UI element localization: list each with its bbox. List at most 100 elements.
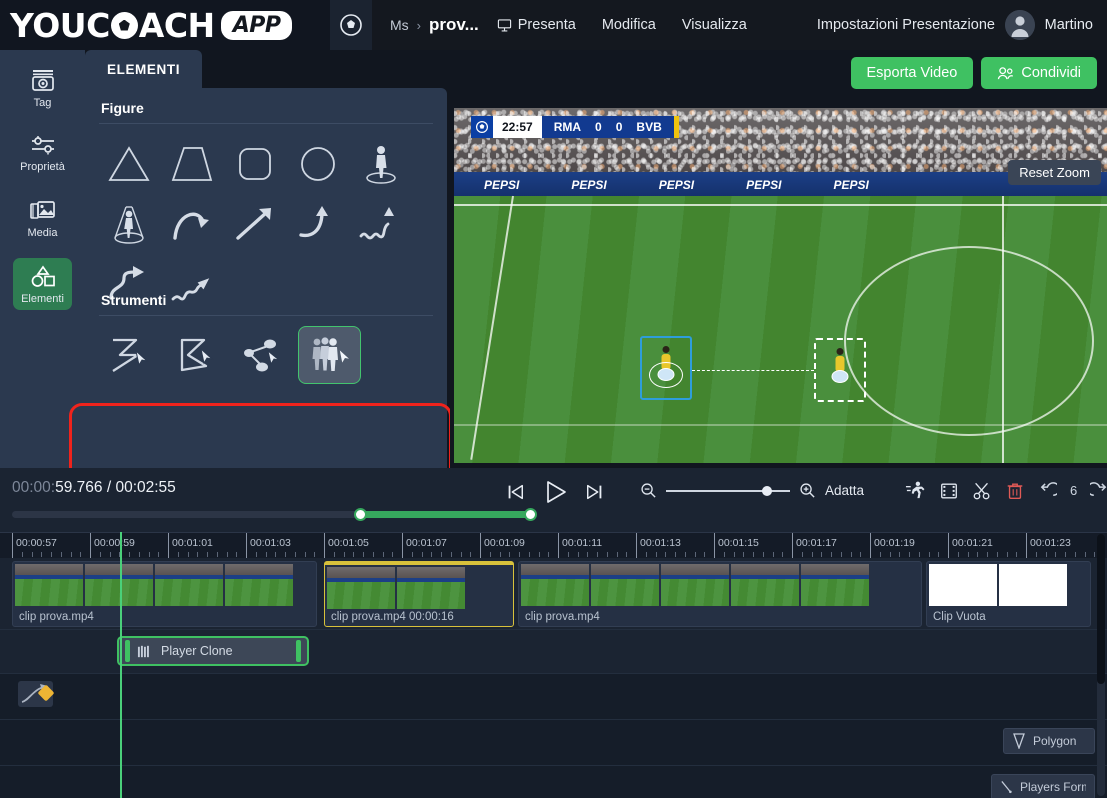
delete-clip-button[interactable] <box>1005 481 1025 501</box>
sidebar-item-media[interactable]: Media <box>13 192 72 244</box>
clip-label: clip prova.mp4 <box>525 611 600 623</box>
menu-item-visualizza[interactable]: Visualizza <box>682 17 747 33</box>
menu-label-impostazioni: Impostazioni Presentazione <box>817 17 995 33</box>
ruler-minor-tick <box>851 552 852 557</box>
ruler-minor-tick <box>646 552 647 557</box>
ruler-minor-tick <box>373 552 374 557</box>
soccer-ball-tile-icon[interactable] <box>330 0 372 50</box>
zoom-in-icon[interactable] <box>799 482 816 499</box>
timeline-vertical-scrollbar[interactable] <box>1097 534 1105 796</box>
side-track-players-form[interactable]: Players Form <box>991 774 1095 798</box>
timeline-tracks: clip prova.mp4clip prova.mp4 00:00:16cli… <box>0 558 1107 798</box>
redo-button[interactable] <box>1090 481 1107 500</box>
track-row-players-form[interactable]: Players Form <box>0 766 1107 798</box>
keyframe-track[interactable] <box>0 674 1107 720</box>
trim-range-slider[interactable] <box>12 511 530 518</box>
play-button[interactable] <box>541 478 569 506</box>
export-video-button[interactable]: Esporta Video <box>851 57 974 89</box>
cloned-player-marker[interactable] <box>814 338 866 402</box>
ruler-tick-label: 00:01:23 <box>1030 537 1071 549</box>
menu-item-presenta[interactable]: Presenta <box>497 17 576 33</box>
sidebar-item-proprieta[interactable]: Proprietà <box>13 128 72 178</box>
fit-button[interactable]: Adatta <box>825 483 864 498</box>
home-team: RMA <box>554 120 581 134</box>
ruler-minor-tick <box>938 552 939 557</box>
undo-icon <box>1038 481 1057 500</box>
figure-hook-arrow[interactable] <box>286 194 349 254</box>
breadcrumb-current[interactable]: prov... <box>429 15 479 35</box>
timeline-ruler[interactable]: 00:00:5700:00:5900:01:0100:01:0300:01:05… <box>0 532 1107 558</box>
sidebar-item-tag[interactable]: Tag <box>13 60 72 114</box>
figure-rounded-square[interactable] <box>223 134 286 194</box>
selected-player-marker[interactable] <box>640 336 692 400</box>
ruler-minor-tick <box>509 552 510 557</box>
video-clip[interactable]: clip prova.mp4 <box>12 561 317 627</box>
ruler-minor-tick <box>1094 552 1095 557</box>
playhead[interactable] <box>120 532 122 798</box>
figure-triangle[interactable] <box>97 134 160 194</box>
clip-label: Clip Vuota <box>933 611 986 623</box>
ruler-minor-tick <box>32 552 33 557</box>
header-menu: Presenta Modifica Visualizza Impostazion… <box>497 17 995 33</box>
tool-duplicate-player[interactable] <box>298 326 361 384</box>
share-button[interactable]: Condividi <box>981 57 1097 89</box>
trim-handle-end[interactable] <box>524 508 537 521</box>
user-account[interactable]: Martino <box>1005 0 1093 50</box>
tool-connector[interactable] <box>231 326 294 384</box>
figure-trapezoid[interactable] <box>160 134 223 194</box>
skip-back-button[interactable] <box>505 482 525 502</box>
app-logo[interactable]: YOUC ACH APP <box>0 0 330 50</box>
video-clip[interactable]: clip prova.mp4 <box>518 561 922 627</box>
ruler-minor-tick <box>539 552 540 557</box>
figure-wavy-arrow[interactable] <box>349 194 412 254</box>
ruler-minor-tick <box>275 552 276 557</box>
menu-item-impostazioni-presentazione[interactable]: Impostazioni Presentazione <box>817 17 995 33</box>
video-clip[interactable]: Clip Vuota <box>926 561 1091 627</box>
ruler-tick-label: 00:01:15 <box>718 537 759 549</box>
add-clip-button[interactable] <box>939 481 959 501</box>
track-row-polygon[interactable]: Polygon <box>0 720 1107 766</box>
scrollbar-thumb[interactable] <box>1097 534 1105 684</box>
video-stage[interactable]: PEPSI PEPSI PEPSI PEPSI PEPSI 22:57 RM <box>454 108 1107 463</box>
video-track[interactable]: clip prova.mp4clip prova.mp4 00:00:16cli… <box>0 558 1107 630</box>
ruler-minor-tick <box>353 552 354 557</box>
reset-zoom-button[interactable]: Reset Zoom <box>1008 160 1101 185</box>
object-clip[interactable]: Player Clone <box>117 636 309 666</box>
object-track[interactable]: Player Clone <box>0 630 1107 674</box>
ruler-minor-tick <box>441 552 442 557</box>
skip-forward-button[interactable] <box>585 482 605 502</box>
clip-handle-right[interactable] <box>296 640 301 662</box>
ruler-minor-tick <box>743 552 744 557</box>
breadcrumb-root[interactable]: Ms <box>390 17 409 33</box>
sidebar-item-elementi[interactable]: Elementi <box>13 258 72 310</box>
ruler-minor-tick <box>899 552 900 557</box>
clip-thumbnail <box>225 564 293 606</box>
split-clip-button[interactable] <box>972 481 992 501</box>
menu-item-modifica[interactable]: Modifica <box>602 17 656 33</box>
tool-polyline[interactable] <box>97 326 160 384</box>
figure-player[interactable] <box>349 134 412 194</box>
figure-curved-arrow[interactable] <box>160 194 223 254</box>
figure-player-cone[interactable] <box>97 194 160 254</box>
tool-polygon[interactable] <box>164 326 227 384</box>
clip-handle-left[interactable] <box>125 640 130 662</box>
ruler-minor-tick <box>1055 552 1056 557</box>
figure-circle[interactable] <box>286 134 349 194</box>
trim-handle-start[interactable] <box>354 508 367 521</box>
tab-elementi[interactable]: ELEMENTI <box>85 50 202 88</box>
zoom-slider-knob[interactable] <box>762 486 772 496</box>
transport-controls <box>505 478 605 506</box>
figure-straight-arrow[interactable] <box>223 194 286 254</box>
side-track-polygon[interactable]: Polygon <box>1003 728 1095 754</box>
ruler-minor-tick <box>1075 552 1076 557</box>
ruler-minor-tick <box>392 552 393 557</box>
shapes-icon <box>29 265 57 289</box>
undo-button[interactable] <box>1038 481 1057 500</box>
ruler-minor-tick <box>734 552 735 557</box>
video-clip[interactable]: clip prova.mp4 00:00:16 <box>324 561 514 627</box>
zoom-slider[interactable] <box>666 490 790 492</box>
pitch-center-circle <box>844 246 1094 436</box>
add-player-motion-button[interactable] <box>905 480 926 501</box>
timecode-prefix: 00:00: <box>12 479 55 496</box>
zoom-out-icon[interactable] <box>640 482 657 499</box>
